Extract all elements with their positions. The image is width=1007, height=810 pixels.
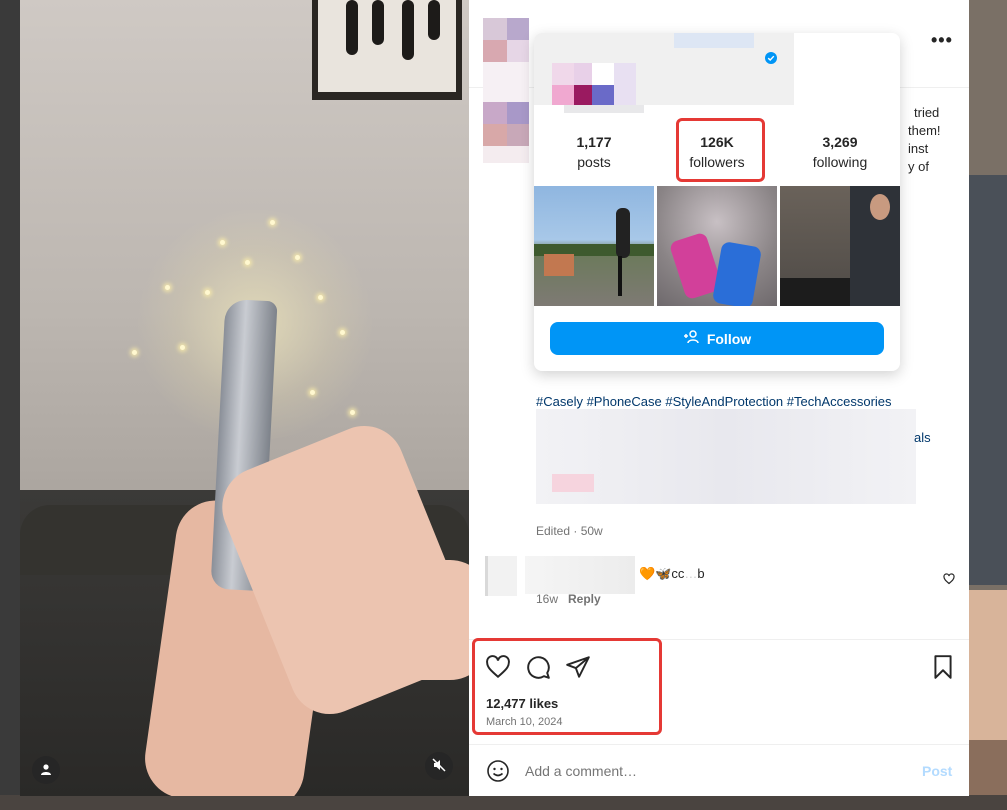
mute-toggle-button[interactable] bbox=[425, 752, 453, 780]
save-bookmark-icon[interactable] bbox=[930, 654, 956, 680]
muted-speaker-icon bbox=[432, 757, 446, 775]
more-options-button[interactable]: ••• bbox=[931, 30, 953, 51]
emoji-icon[interactable] bbox=[486, 759, 510, 788]
post-thumbnail[interactable] bbox=[657, 186, 777, 306]
background-feed-strip bbox=[969, 0, 1007, 810]
stat-posts[interactable]: 1,177 posts bbox=[539, 134, 649, 170]
comment-meta: 16w Reply bbox=[536, 592, 601, 606]
wall-art-frame bbox=[312, 0, 462, 100]
edited-timestamp: Edited · 50w bbox=[536, 524, 603, 538]
caption-fragment: tried bbox=[914, 105, 940, 120]
author-avatar-blurred[interactable] bbox=[483, 18, 531, 163]
follow-label: Follow bbox=[706, 330, 752, 347]
add-comment-bar: Post bbox=[469, 744, 969, 796]
post-thumbnail[interactable] bbox=[780, 186, 900, 306]
reply-button[interactable]: Reply bbox=[568, 592, 601, 606]
verified-badge-icon bbox=[765, 51, 777, 69]
add-person-icon bbox=[683, 330, 701, 347]
caption-fragment: them! bbox=[908, 123, 941, 138]
comment-avatar[interactable] bbox=[485, 556, 517, 596]
comment-input[interactable] bbox=[525, 763, 885, 779]
post-video[interactable] bbox=[20, 0, 469, 796]
comment-item: 🧡🦋cc…b 16w Reply bbox=[485, 554, 955, 612]
person-icon bbox=[40, 763, 52, 778]
caption-fragment: y of bbox=[908, 159, 929, 174]
background-feed-bottom bbox=[0, 795, 1007, 810]
caption-fragment: als bbox=[914, 430, 931, 445]
actions-highlight bbox=[472, 638, 662, 735]
recent-posts-grid bbox=[534, 186, 900, 306]
comment-username-blurred[interactable] bbox=[525, 556, 635, 594]
follow-button[interactable]: Follow bbox=[550, 322, 884, 355]
profile-hover-card: 1,177 posts 126K followers 3,269 followi… bbox=[534, 33, 900, 371]
comment-text: 🧡🦋cc…b bbox=[639, 566, 705, 581]
post-comment-button[interactable]: Post bbox=[922, 763, 952, 779]
caption-fragment: inst bbox=[908, 141, 929, 156]
user-tag-button[interactable] bbox=[32, 756, 60, 784]
stat-following[interactable]: 3,269 following bbox=[785, 134, 895, 170]
comment-like-icon[interactable] bbox=[943, 572, 957, 586]
followers-highlight bbox=[676, 118, 765, 182]
post-thumbnail[interactable] bbox=[534, 186, 654, 306]
